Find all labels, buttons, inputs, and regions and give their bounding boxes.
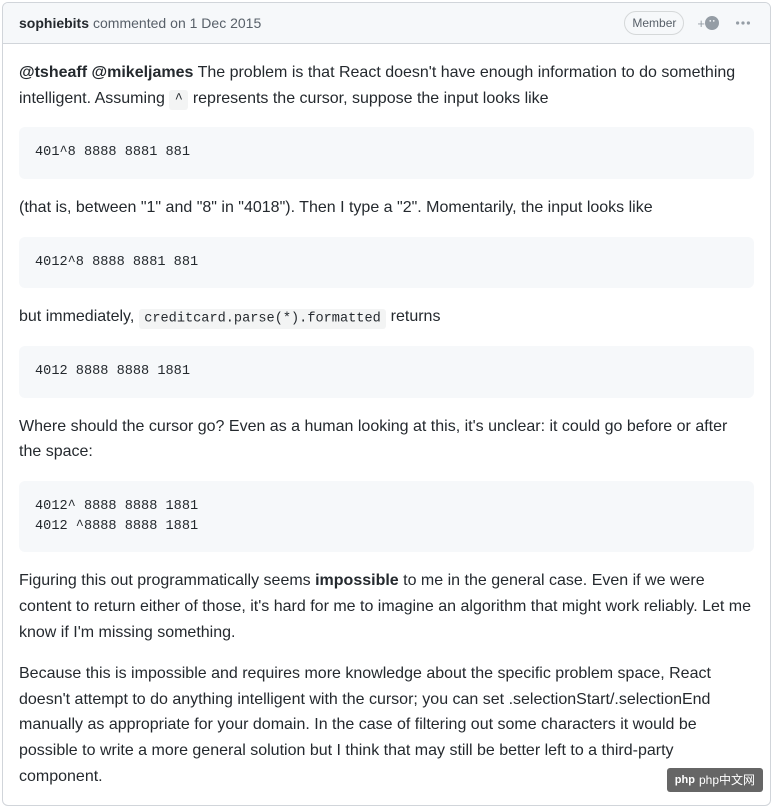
more-actions-button[interactable] (732, 17, 754, 29)
timestamp-link[interactable]: on 1 Dec 2015 (170, 13, 261, 34)
watermark-text: php中文网 (699, 771, 755, 789)
text: but immediately, (19, 308, 139, 325)
mention-tsheaff[interactable]: @tsheaff (19, 64, 87, 81)
code-block-2: 4012^8 8888 8881 881 (19, 237, 754, 289)
watermark-logo: php (675, 772, 695, 789)
paragraph-1: @tsheaff @mikeljames The problem is that… (19, 60, 754, 111)
inline-code-creditcard: creditcard.parse(*).formatted (139, 309, 386, 329)
watermark: php php中文网 (667, 768, 763, 792)
code-block-3: 4012 8888 8888 1881 (19, 346, 754, 398)
comment-header: sophiebits commented on 1 Dec 2015 Membe… (3, 3, 770, 44)
paragraph-3: but immediately, creditcard.parse(*).for… (19, 304, 754, 330)
comment-body: @tsheaff @mikeljames The problem is that… (3, 44, 770, 805)
paragraph-6: Because this is impossible and requires … (19, 661, 754, 789)
paragraph-2: (that is, between "1" and "8" in "4018")… (19, 195, 754, 221)
code-block-4: 4012^ 8888 8888 1881 4012 ^8888 8888 188… (19, 481, 754, 552)
paragraph-4: Where should the cursor go? Even as a hu… (19, 414, 754, 465)
comment-container: sophiebits commented on 1 Dec 2015 Membe… (2, 2, 771, 806)
inline-code-caret: ^ (169, 90, 188, 110)
author-link[interactable]: sophiebits (19, 13, 89, 34)
smiley-icon (705, 16, 719, 30)
text: Figuring this out programmatically seems (19, 572, 315, 589)
code-block-1: 401^8 8888 8881 881 (19, 127, 754, 179)
kebab-icon (736, 21, 750, 25)
member-badge: Member (624, 11, 684, 35)
bold-impossible: impossible (315, 572, 399, 589)
text: represents the cursor, suppose the input… (193, 90, 549, 107)
header-right: Member + (624, 11, 754, 35)
add-reaction-button[interactable]: + (692, 13, 724, 34)
paragraph-5: Figuring this out programmatically seems… (19, 568, 754, 645)
mention-mikeljames[interactable]: @mikeljames (92, 64, 194, 81)
header-left: sophiebits commented on 1 Dec 2015 (19, 13, 261, 34)
plus-icon: + (697, 16, 705, 31)
text: returns (391, 308, 441, 325)
action-text: commented (93, 13, 166, 34)
